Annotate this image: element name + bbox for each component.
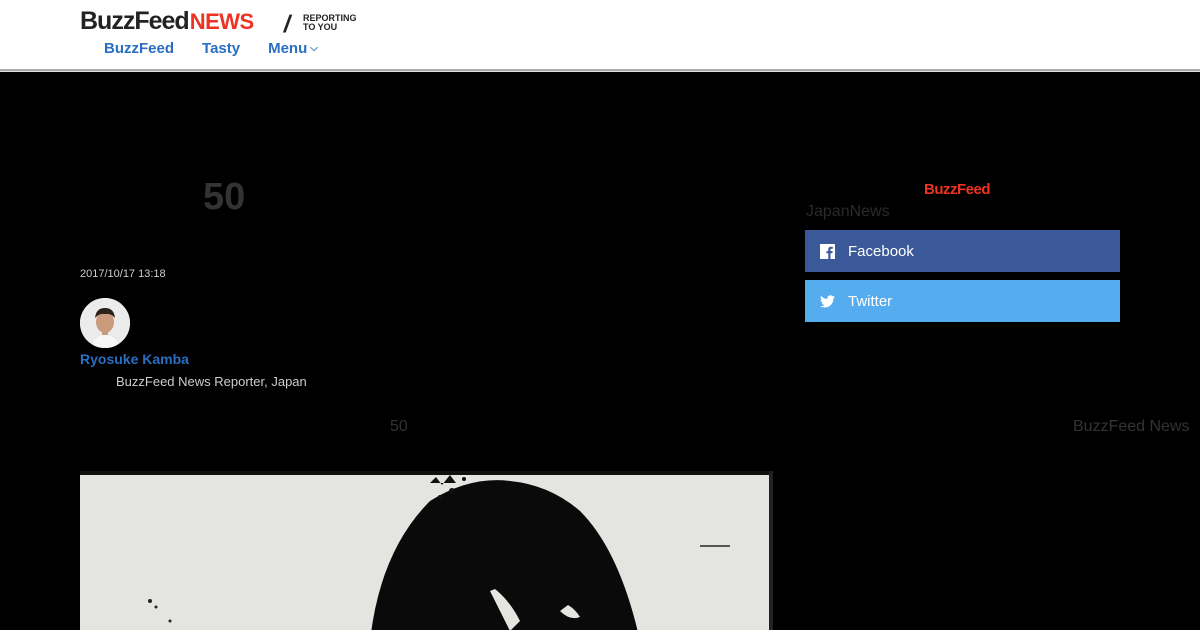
sidebar-buzzfeed-logo[interactable]: BuzzFeed <box>924 181 991 198</box>
logo-slash: / <box>281 11 294 38</box>
article-photo <box>80 471 773 630</box>
article-timestamp: 2017/10/17 13:18 <box>80 268 166 280</box>
nav-buzzfeed[interactable]: BuzzFeed <box>104 40 174 57</box>
facebook-share-label: Facebook <box>848 242 914 260</box>
article-subheading: 50 <box>390 418 408 435</box>
logo-tagline: REPORTING TO YOU <box>303 13 357 32</box>
author-name-link[interactable]: Ryosuke Kamba <box>80 351 189 367</box>
avatar-portrait <box>80 298 130 348</box>
twitter-icon <box>820 294 835 309</box>
author-avatar[interactable] <box>80 298 130 348</box>
sidebar-label: JapanNews <box>806 203 890 220</box>
author-role: BuzzFeed News Reporter, Japan <box>116 374 307 389</box>
article-title: 50 <box>203 176 246 218</box>
logo-news-text: NEWS <box>189 9 255 34</box>
header-divider <box>0 69 1200 72</box>
main-nav: BuzzFeed Tasty Menu ⌵ <box>104 40 318 57</box>
twitter-share-label: Twitter <box>848 292 893 310</box>
chevron-down-icon: ⌵ <box>310 43 318 54</box>
article-photo-image <box>80 471 773 630</box>
nav-tasty[interactable]: Tasty <box>202 40 240 57</box>
nav-menu[interactable]: Menu ⌵ <box>268 40 318 57</box>
nav-menu-label: Menu <box>268 40 308 57</box>
image-credit: BuzzFeed News <box>1073 418 1190 435</box>
facebook-icon <box>820 243 835 259</box>
facebook-share-button[interactable]: Facebook <box>805 230 1120 272</box>
site-header: BuzzFeed NEWS / REPORTING TO YOU BuzzFee… <box>0 0 1200 70</box>
twitter-share-button[interactable]: Twitter <box>805 280 1120 322</box>
buzzfeed-news-logo[interactable]: BuzzFeed NEWS / REPORTING TO YOU <box>80 7 357 38</box>
logo-buzzfeed-text: BuzzFeed <box>80 7 190 35</box>
